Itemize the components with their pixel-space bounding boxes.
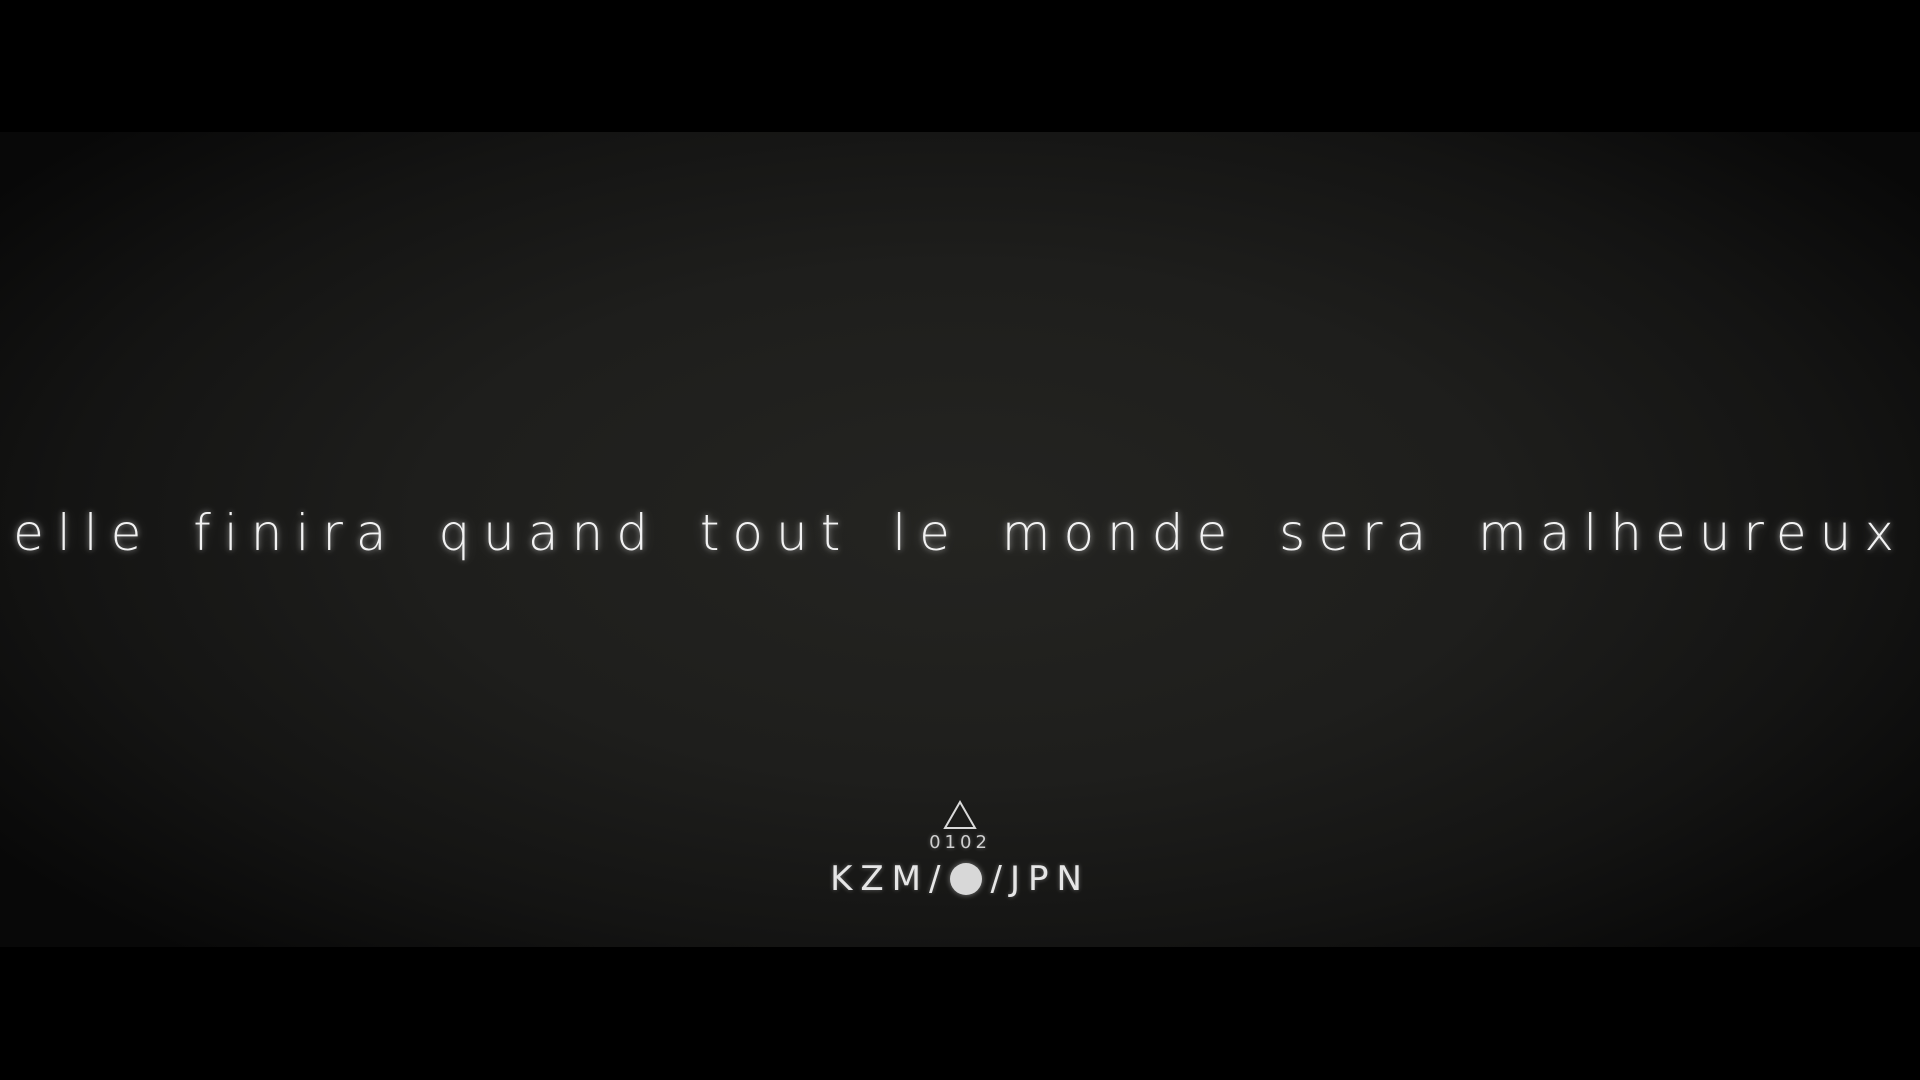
logo: 0102 KZM/ /JPN xyxy=(0,800,1920,899)
logo-right-text: /JPN xyxy=(990,859,1090,899)
scene-background: elle finira quand tout le monde sera mal… xyxy=(0,132,1920,947)
logo-left-text: KZM/ xyxy=(830,859,949,899)
letterbox-top xyxy=(0,0,1920,132)
logo-code: 0102 xyxy=(929,832,991,853)
triangle-outline-icon xyxy=(943,800,977,829)
video-frame: elle finira quand tout le monde sera mal… xyxy=(0,0,1920,1080)
logo-wordmark: KZM/ /JPN xyxy=(0,859,1920,899)
letterbox-bottom xyxy=(0,947,1920,1080)
caption-text: elle finira quand tout le monde sera mal… xyxy=(13,504,1907,562)
filled-circle-icon xyxy=(950,863,983,895)
